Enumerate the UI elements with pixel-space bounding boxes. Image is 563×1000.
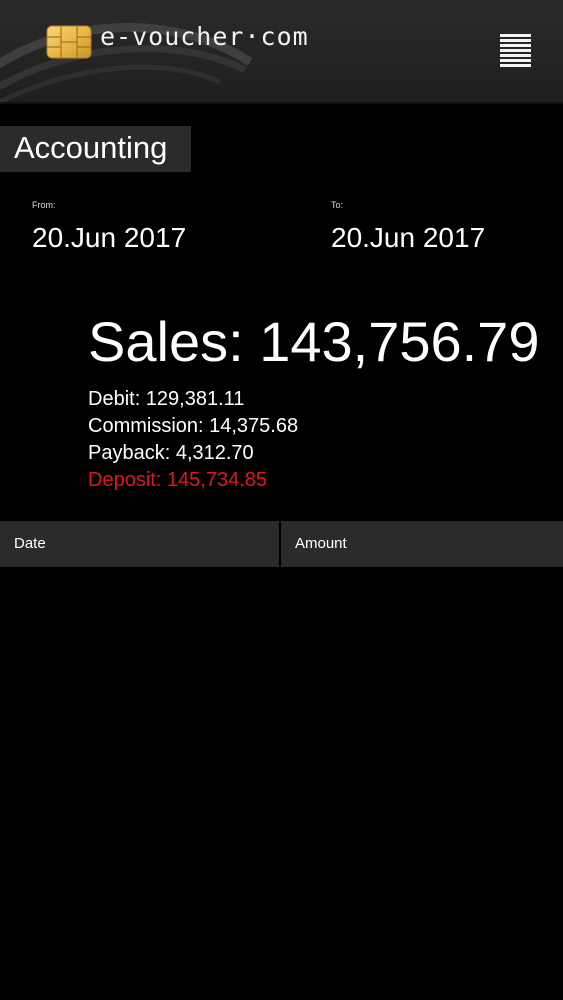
deposit-total: Deposit: 145,734.85 [88, 469, 268, 491]
column-header-date[interactable]: Date [0, 521, 281, 567]
payback-total: Payback: 4,312.70 [88, 442, 254, 464]
commission-total: Commission: 14,375.68 [88, 415, 299, 437]
brand-name: e-voucher·com [100, 22, 309, 51]
chip-card-icon [46, 25, 92, 59]
brand-logo[interactable]: e-voucher·com [46, 22, 309, 60]
hamburger-menu-icon[interactable] [496, 34, 534, 70]
page-title: Accounting [0, 126, 191, 172]
debit-total: Debit: 129,381.11 [88, 388, 245, 410]
date-to-picker[interactable]: To: 20.Jun 2017 [331, 198, 485, 254]
date-from-value[interactable]: 20.Jun 2017 [32, 222, 186, 254]
app-header: e-voucher·com [0, 0, 563, 104]
date-from-picker[interactable]: From: 20.Jun 2017 [32, 198, 186, 254]
date-to-label: To: [331, 200, 344, 210]
app-screen: e-voucher·com Accounting From: 20.Jun 20… [0, 0, 563, 1000]
date-to-value[interactable]: 20.Jun 2017 [331, 222, 485, 254]
transactions-table-header: Date Amount [0, 521, 563, 567]
sales-total: Sales: 143,756.79 [88, 310, 540, 373]
column-header-amount[interactable]: Amount [281, 521, 563, 567]
date-from-label: From: [32, 200, 56, 210]
totals-breakdown: Debit: 129,381.11 Commission: 14,375.68 … [88, 386, 298, 494]
transactions-table-body [0, 567, 563, 1000]
